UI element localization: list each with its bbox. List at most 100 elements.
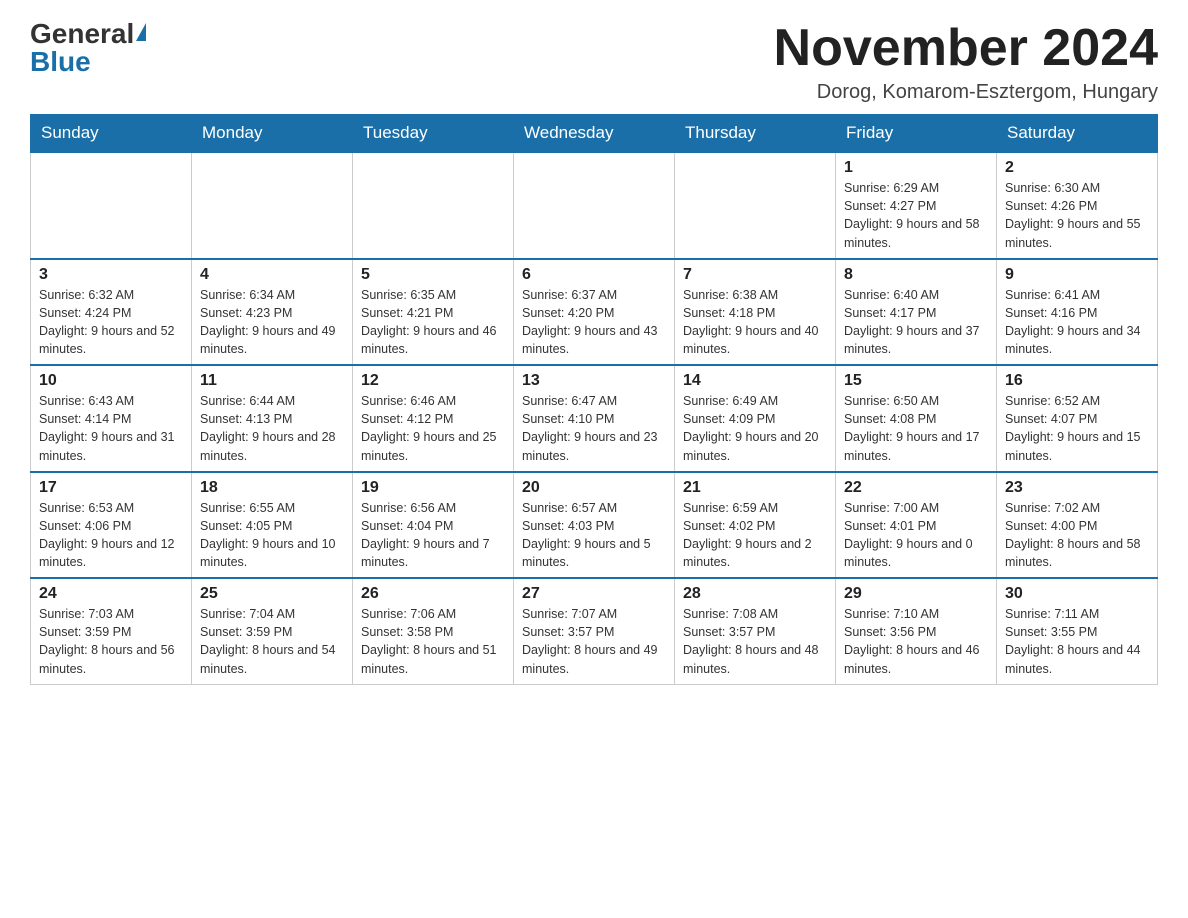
- calendar-day-9: 9 Sunrise: 6:41 AMSunset: 4:16 PMDaylight…: [997, 259, 1158, 366]
- calendar-table: SundayMondayTuesdayWednesdayThursdayFrid…: [30, 114, 1158, 685]
- day-info: Sunrise: 7:10 AMSunset: 3:56 PMDaylight:…: [844, 605, 988, 678]
- day-number: 16: [1005, 372, 1149, 390]
- calendar-day-16: 16 Sunrise: 6:52 AMSunset: 4:07 PMDayligh…: [997, 365, 1158, 472]
- calendar-day-27: 27 Sunrise: 7:07 AMSunset: 3:57 PMDayligh…: [514, 578, 675, 684]
- day-info: Sunrise: 6:35 AMSunset: 4:21 PMDaylight:…: [361, 286, 505, 359]
- day-number: 8: [844, 266, 988, 284]
- calendar-day-17: 17 Sunrise: 6:53 AMSunset: 4:06 PMDayligh…: [31, 472, 192, 579]
- day-info: Sunrise: 7:07 AMSunset: 3:57 PMDaylight:…: [522, 605, 666, 678]
- day-info: Sunrise: 6:53 AMSunset: 4:06 PMDaylight:…: [39, 499, 183, 572]
- calendar-day-6: 6 Sunrise: 6:37 AMSunset: 4:20 PMDaylight…: [514, 259, 675, 366]
- weekday-header-thursday: Thursday: [675, 115, 836, 153]
- day-number: 25: [200, 585, 344, 603]
- calendar-day-22: 22 Sunrise: 7:00 AMSunset: 4:01 PMDayligh…: [836, 472, 997, 579]
- day-info: Sunrise: 6:44 AMSunset: 4:13 PMDaylight:…: [200, 392, 344, 465]
- day-number: 19: [361, 479, 505, 497]
- day-info: Sunrise: 7:00 AMSunset: 4:01 PMDaylight:…: [844, 499, 988, 572]
- calendar-day-8: 8Sunrise: 6:40 AMSunset: 4:17 PMDaylight…: [836, 259, 997, 366]
- day-number: 2: [1005, 159, 1149, 177]
- calendar-day-24: 24 Sunrise: 7:03 AMSunset: 3:59 PMDayligh…: [31, 578, 192, 684]
- day-info: Sunrise: 6:37 AMSunset: 4:20 PMDaylight:…: [522, 286, 666, 359]
- day-number: 13: [522, 372, 666, 390]
- day-info: Sunrise: 6:46 AMSunset: 4:12 PMDaylight:…: [361, 392, 505, 465]
- calendar-day-5: 5 Sunrise: 6:35 AMSunset: 4:21 PMDaylight…: [353, 259, 514, 366]
- day-number: 14: [683, 372, 827, 390]
- day-info: Sunrise: 7:08 AMSunset: 3:57 PMDaylight:…: [683, 605, 827, 678]
- weekday-header-saturday: Saturday: [997, 115, 1158, 153]
- calendar-day-26: 26 Sunrise: 7:06 AMSunset: 3:58 PMDayligh…: [353, 578, 514, 684]
- day-number: 21: [683, 479, 827, 497]
- day-number: 26: [361, 585, 505, 603]
- day-info: Sunrise: 6:38 AMSunset: 4:18 PMDaylight:…: [683, 286, 827, 359]
- calendar-week-row: 17 Sunrise: 6:53 AMSunset: 4:06 PMDayligh…: [31, 472, 1158, 579]
- calendar-day-23: 23Sunrise: 7:02 AMSunset: 4:00 PMDayligh…: [997, 472, 1158, 579]
- day-number: 4: [200, 266, 344, 284]
- day-number: 30: [1005, 585, 1149, 603]
- page-header: General Blue November 2024 Dorog, Komaro…: [30, 20, 1158, 104]
- day-number: 20: [522, 479, 666, 497]
- day-info: Sunrise: 6:52 AMSunset: 4:07 PMDaylight:…: [1005, 392, 1149, 465]
- calendar-day-20: 20 Sunrise: 6:57 AMSunset: 4:03 PMDayligh…: [514, 472, 675, 579]
- location: Dorog, Komarom-Esztergom, Hungary: [774, 81, 1158, 104]
- calendar-empty-cell: [192, 152, 353, 259]
- day-number: 18: [200, 479, 344, 497]
- calendar-day-15: 15Sunrise: 6:50 AMSunset: 4:08 PMDayligh…: [836, 365, 997, 472]
- logo-triangle-icon: [136, 23, 146, 41]
- calendar-day-18: 18Sunrise: 6:55 AMSunset: 4:05 PMDayligh…: [192, 472, 353, 579]
- day-info: Sunrise: 7:03 AMSunset: 3:59 PMDaylight:…: [39, 605, 183, 678]
- day-info: Sunrise: 6:56 AMSunset: 4:04 PMDaylight:…: [361, 499, 505, 572]
- calendar-day-11: 11 Sunrise: 6:44 AMSunset: 4:13 PMDayligh…: [192, 365, 353, 472]
- day-info: Sunrise: 7:02 AMSunset: 4:00 PMDaylight:…: [1005, 499, 1149, 572]
- calendar-week-row: 10 Sunrise: 6:43 AMSunset: 4:14 PMDayligh…: [31, 365, 1158, 472]
- day-info: Sunrise: 7:06 AMSunset: 3:58 PMDaylight:…: [361, 605, 505, 678]
- calendar-empty-cell: [675, 152, 836, 259]
- day-number: 15: [844, 372, 988, 390]
- day-number: 27: [522, 585, 666, 603]
- calendar-day-19: 19 Sunrise: 6:56 AMSunset: 4:04 PMDayligh…: [353, 472, 514, 579]
- day-number: 17: [39, 479, 183, 497]
- day-number: 6: [522, 266, 666, 284]
- day-info: Sunrise: 6:34 AMSunset: 4:23 PMDaylight:…: [200, 286, 344, 359]
- day-info: Sunrise: 6:43 AMSunset: 4:14 PMDaylight:…: [39, 392, 183, 465]
- calendar-day-10: 10 Sunrise: 6:43 AMSunset: 4:14 PMDayligh…: [31, 365, 192, 472]
- day-number: 24: [39, 585, 183, 603]
- calendar-day-13: 13 Sunrise: 6:47 AMSunset: 4:10 PMDayligh…: [514, 365, 675, 472]
- calendar-day-25: 25 Sunrise: 7:04 AMSunset: 3:59 PMDayligh…: [192, 578, 353, 684]
- day-info: Sunrise: 6:30 AMSunset: 4:26 PMDaylight:…: [1005, 179, 1149, 252]
- calendar-empty-cell: [31, 152, 192, 259]
- day-number: 22: [844, 479, 988, 497]
- calendar-day-14: 14 Sunrise: 6:49 AMSunset: 4:09 PMDayligh…: [675, 365, 836, 472]
- calendar-day-4: 4 Sunrise: 6:34 AMSunset: 4:23 PMDaylight…: [192, 259, 353, 366]
- day-info: Sunrise: 6:29 AMSunset: 4:27 PMDaylight:…: [844, 179, 988, 252]
- day-info: Sunrise: 6:41 AMSunset: 4:16 PMDaylight:…: [1005, 286, 1149, 359]
- logo: General Blue: [30, 20, 146, 76]
- calendar-empty-cell: [353, 152, 514, 259]
- day-number: 7: [683, 266, 827, 284]
- day-info: Sunrise: 7:11 AMSunset: 3:55 PMDaylight:…: [1005, 605, 1149, 678]
- day-info: Sunrise: 6:59 AMSunset: 4:02 PMDaylight:…: [683, 499, 827, 572]
- day-info: Sunrise: 7:04 AMSunset: 3:59 PMDaylight:…: [200, 605, 344, 678]
- calendar-day-29: 29Sunrise: 7:10 AMSunset: 3:56 PMDayligh…: [836, 578, 997, 684]
- calendar-day-21: 21 Sunrise: 6:59 AMSunset: 4:02 PMDayligh…: [675, 472, 836, 579]
- day-info: Sunrise: 6:49 AMSunset: 4:09 PMDaylight:…: [683, 392, 827, 465]
- calendar-week-row: 24 Sunrise: 7:03 AMSunset: 3:59 PMDayligh…: [31, 578, 1158, 684]
- calendar-empty-cell: [514, 152, 675, 259]
- day-info: Sunrise: 6:47 AMSunset: 4:10 PMDaylight:…: [522, 392, 666, 465]
- day-number: 11: [200, 372, 344, 390]
- day-info: Sunrise: 6:57 AMSunset: 4:03 PMDaylight:…: [522, 499, 666, 572]
- calendar-day-7: 7 Sunrise: 6:38 AMSunset: 4:18 PMDaylight…: [675, 259, 836, 366]
- calendar-day-2: 2 Sunrise: 6:30 AMSunset: 4:26 PMDaylight…: [997, 152, 1158, 259]
- calendar-day-28: 28 Sunrise: 7:08 AMSunset: 3:57 PMDayligh…: [675, 578, 836, 684]
- weekday-header-tuesday: Tuesday: [353, 115, 514, 153]
- title-block: November 2024 Dorog, Komarom-Esztergom, …: [774, 20, 1158, 104]
- calendar-header-row: SundayMondayTuesdayWednesdayThursdayFrid…: [31, 115, 1158, 153]
- day-number: 28: [683, 585, 827, 603]
- day-number: 10: [39, 372, 183, 390]
- calendar-day-1: 1Sunrise: 6:29 AMSunset: 4:27 PMDaylight…: [836, 152, 997, 259]
- day-number: 9: [1005, 266, 1149, 284]
- month-title: November 2024: [774, 20, 1158, 77]
- day-number: 3: [39, 266, 183, 284]
- calendar-day-3: 3Sunrise: 6:32 AMSunset: 4:24 PMDaylight…: [31, 259, 192, 366]
- day-number: 12: [361, 372, 505, 390]
- day-number: 5: [361, 266, 505, 284]
